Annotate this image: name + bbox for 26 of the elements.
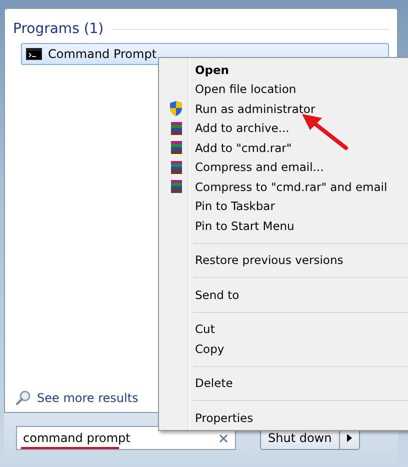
menu-item[interactable]: Send to <box>161 285 408 304</box>
menu-item[interactable]: Add to "cmd.rar" <box>161 138 408 158</box>
menu-item[interactable]: Compress and email... <box>161 158 408 177</box>
console-icon <box>26 48 42 60</box>
menu-item[interactable]: Open file location <box>161 80 408 99</box>
menu-item[interactable]: Compress to "cmd.rar" and email <box>161 177 408 196</box>
menu-item[interactable]: Pin to Taskbar <box>161 196 408 216</box>
books-icon <box>168 160 184 175</box>
menu-item[interactable]: Add to archive... <box>161 118 408 138</box>
menu-item[interactable]: Properties <box>161 408 408 428</box>
section-heading: Programs (1) <box>13 21 104 37</box>
menu-item[interactable]: Cut <box>161 320 408 339</box>
books-icon <box>168 120 184 136</box>
menu-item[interactable]: Delete <box>161 374 408 393</box>
menu-item[interactable]: Pin to Start Menu <box>161 216 408 236</box>
clear-icon[interactable] <box>219 434 228 443</box>
see-more-link[interactable]: See more results <box>37 391 138 405</box>
menu-item[interactable]: Copy <box>161 339 408 358</box>
search-icon <box>15 390 31 406</box>
caret-icon <box>346 434 352 442</box>
books-icon <box>168 140 184 156</box>
arrow-annotation <box>300 112 350 152</box>
menu-item[interactable]: Restore previous versions <box>161 250 408 270</box>
shield-icon <box>168 100 184 118</box>
books-icon <box>168 179 184 194</box>
menu-item[interactable]: Run as administrator <box>161 99 408 118</box>
